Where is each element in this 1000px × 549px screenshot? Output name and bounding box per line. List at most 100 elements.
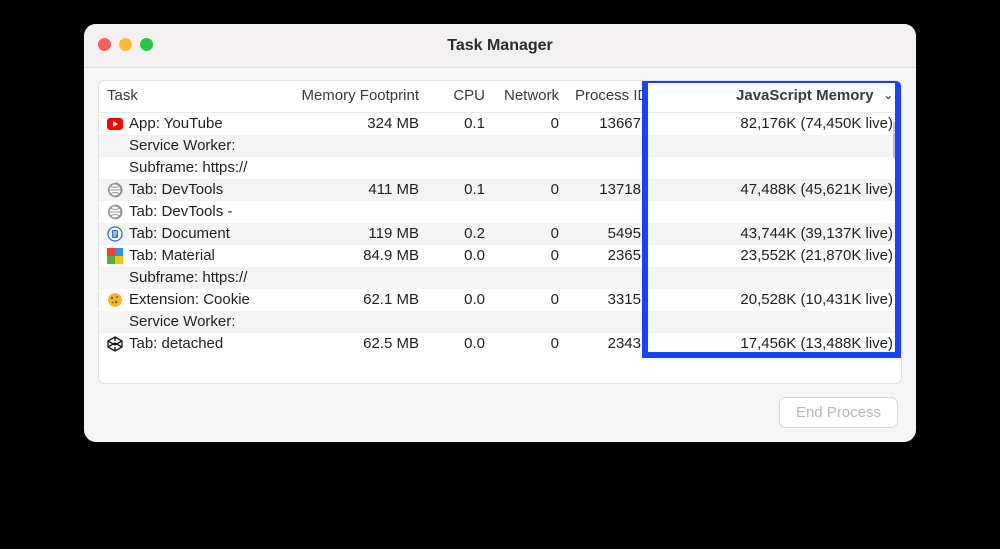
- col-network[interactable]: Network: [493, 81, 567, 113]
- process-id-value: 13718: [567, 179, 649, 201]
- cookie-icon: [107, 292, 123, 308]
- task-name: Tab: detached: [129, 335, 223, 352]
- cpu-value: 0.1: [427, 179, 493, 201]
- close-icon[interactable]: [98, 38, 111, 51]
- js-memory-value: 47,488K (45,621K live): [649, 179, 901, 201]
- table-row[interactable]: Subframe: https://: [99, 267, 901, 289]
- process-id-value: 13667: [567, 113, 649, 135]
- network-value: 0: [493, 245, 567, 267]
- col-js-memory-label: JavaScript Memory: [736, 87, 874, 104]
- js-memory-value: 20,528K (10,431K live): [649, 289, 901, 311]
- js-memory-value: 17,456K (13,488K live): [649, 333, 901, 355]
- cpu-value: [427, 135, 493, 157]
- task-name: Extension: Cookie: [129, 291, 250, 308]
- process-id-value: [567, 201, 649, 223]
- task-name: Tab: DevTools: [129, 181, 223, 198]
- task-name: Tab: Document: [129, 225, 230, 242]
- memory-value: [289, 267, 427, 289]
- network-value: [493, 135, 567, 157]
- col-cpu[interactable]: CPU: [427, 81, 493, 113]
- task-name: Service Worker:: [129, 313, 235, 330]
- task-manager-window: Task Manager Task Memory Footprint CPU N…: [84, 24, 916, 442]
- memory-value: 84.9 MB: [289, 245, 427, 267]
- col-memory[interactable]: Memory Footprint: [289, 81, 427, 113]
- cpu-value: 0.0: [427, 289, 493, 311]
- network-value: [493, 201, 567, 223]
- js-memory-value: [649, 135, 901, 157]
- memory-value: 62.1 MB: [289, 289, 427, 311]
- codepen-icon: [107, 336, 123, 352]
- table-row[interactable]: Tab: detached 62.5 MB0.00234317,456K (13,…: [99, 333, 901, 355]
- titlebar: Task Manager: [84, 24, 916, 68]
- network-value: 0: [493, 289, 567, 311]
- network-value: [493, 157, 567, 179]
- task-name: Subframe: https://: [129, 269, 247, 286]
- minimize-icon[interactable]: [119, 38, 132, 51]
- process-id-value: 2365: [567, 245, 649, 267]
- task-name: Service Worker:: [129, 137, 235, 154]
- network-value: 0: [493, 179, 567, 201]
- table-row[interactable]: Tab: DevTools411 MB0.101371847,488K (45,…: [99, 179, 901, 201]
- table-row[interactable]: App: YouTube 324 MB0.101366782,176K (74,4…: [99, 113, 901, 135]
- end-process-button[interactable]: End Process: [779, 397, 898, 428]
- memory-value: [289, 157, 427, 179]
- task-name: Tab: Material: [129, 247, 215, 264]
- process-id-value: [567, 311, 649, 333]
- footer: End Process: [779, 397, 898, 428]
- table-row[interactable]: Tab: DevTools -: [99, 201, 901, 223]
- process-id-value: [567, 157, 649, 179]
- js-memory-value: [649, 201, 901, 223]
- zoom-icon[interactable]: [140, 38, 153, 51]
- table-row[interactable]: Tab: Document 119 MB0.20549543,744K (39,1…: [99, 223, 901, 245]
- globe-icon: [107, 204, 123, 220]
- col-js-memory[interactable]: JavaScript Memory ⌄: [649, 81, 901, 113]
- js-memory-value: 23,552K (21,870K live): [649, 245, 901, 267]
- table-row[interactable]: Extension: Cookie 62.1 MB0.00331520,528K …: [99, 289, 901, 311]
- cpu-value: 0.2: [427, 223, 493, 245]
- network-value: [493, 267, 567, 289]
- material-icon: [107, 248, 123, 264]
- table-row[interactable]: Subframe: https://: [99, 157, 901, 179]
- memory-value: 62.5 MB: [289, 333, 427, 355]
- process-id-value: 3315: [567, 289, 649, 311]
- col-task[interactable]: Task: [99, 81, 289, 113]
- table-row[interactable]: Tab: Material 84.9 MB0.00236523,552K (21,…: [99, 245, 901, 267]
- sort-descending-icon: ⌄: [884, 89, 893, 102]
- process-id-value: [567, 267, 649, 289]
- scrollbar-thumb[interactable]: [893, 121, 899, 159]
- process-id-value: 5495: [567, 223, 649, 245]
- task-name: Subframe: https://: [129, 159, 247, 176]
- cpu-value: 0.0: [427, 333, 493, 355]
- memory-value: [289, 311, 427, 333]
- col-process-id[interactable]: Process ID: [567, 81, 649, 113]
- cpu-value: [427, 311, 493, 333]
- network-value: [493, 311, 567, 333]
- process-id-value: 2343: [567, 333, 649, 355]
- process-table-panel: Task Memory Footprint CPU Network Proces…: [98, 80, 902, 384]
- cpu-value: 0.0: [427, 245, 493, 267]
- memory-value: [289, 135, 427, 157]
- js-memory-value: 43,744K (39,137K live): [649, 223, 901, 245]
- youtube-icon: [107, 116, 123, 132]
- cpu-value: [427, 201, 493, 223]
- network-value: 0: [493, 113, 567, 135]
- memory-value: 324 MB: [289, 113, 427, 135]
- process-table: Task Memory Footprint CPU Network Proces…: [99, 81, 901, 355]
- memory-value: [289, 201, 427, 223]
- cpu-value: 0.1: [427, 113, 493, 135]
- table-row[interactable]: Service Worker:: [99, 135, 901, 157]
- table-row[interactable]: Service Worker:: [99, 311, 901, 333]
- memory-value: 119 MB: [289, 223, 427, 245]
- js-memory-value: [649, 157, 901, 179]
- task-name: App: YouTube: [129, 115, 223, 132]
- js-memory-value: [649, 311, 901, 333]
- task-name: Tab: DevTools -: [129, 203, 232, 220]
- network-value: 0: [493, 333, 567, 355]
- cpu-value: [427, 157, 493, 179]
- window-controls: [98, 38, 153, 51]
- js-memory-value: [649, 267, 901, 289]
- process-id-value: [567, 135, 649, 157]
- js-memory-value: 82,176K (74,450K live): [649, 113, 901, 135]
- window-title: Task Manager: [447, 37, 553, 55]
- network-value: 0: [493, 223, 567, 245]
